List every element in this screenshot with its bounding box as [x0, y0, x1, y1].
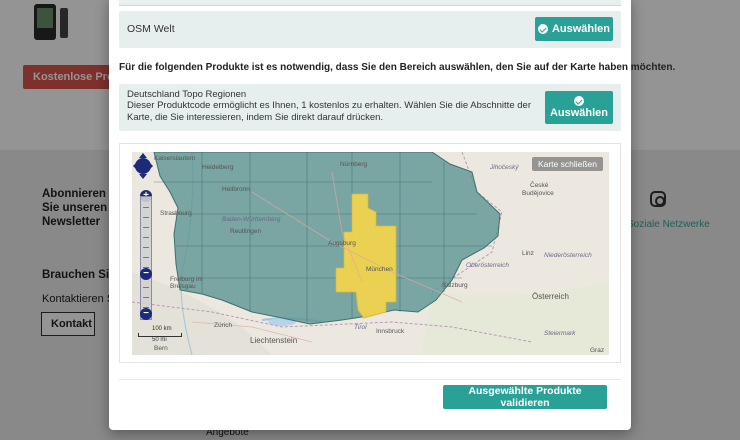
map-label: Österreich [532, 292, 569, 301]
pan-control-icon[interactable] [132, 152, 154, 180]
product-selection-modal: OSM Welt Auswählen Für die folgenden Pro… [109, 0, 675, 430]
map-label: Graz [590, 347, 605, 354]
map-label: Baden-Württemberg [222, 216, 281, 223]
map-label: Nürnberg [340, 161, 368, 168]
map-container: Kaiserslautern Heidelberg Nürnberg Jihoč… [119, 143, 621, 363]
map-label: Liechtenstein [250, 336, 298, 345]
zoom-slider[interactable] [140, 196, 152, 320]
map-label: Freiburg im Breisgau [170, 276, 203, 290]
map-label: Tirol [354, 324, 367, 331]
product-row-osm: OSM Welt Auswählen [119, 11, 621, 48]
map-label: Augsburg [328, 240, 356, 247]
close-map-button[interactable]: Karte schließen [531, 157, 603, 171]
map-label: Jihočeský [490, 164, 519, 171]
map-label: Salzburg [442, 282, 468, 289]
map-scale: 100 km 50 mi [138, 326, 182, 343]
map-label: Strasbourg [160, 210, 192, 217]
map-label: Kaiserslautern [154, 155, 196, 162]
map-label: Steiermark [544, 330, 576, 337]
map-label: České [530, 182, 549, 189]
map-label: Heidelberg [202, 164, 234, 171]
zoom-handle-icon[interactable]: − [140, 268, 152, 280]
map-label: Linz [522, 250, 534, 257]
area-selection-intro: Für die folgenden Produkte ist es notwen… [119, 62, 676, 73]
check-circle-icon [537, 24, 548, 34]
product-name: OSM Welt [127, 23, 175, 35]
map-label: Niederösterreich [544, 252, 592, 259]
map-label: Heilbronn [222, 186, 250, 193]
zoom-out-icon[interactable]: − [140, 308, 152, 320]
map-label: Budějovice [522, 190, 554, 197]
product-name: Deutschland Topo Regionen [127, 89, 247, 100]
check-circle-icon [574, 96, 584, 106]
select-label: Auswählen [551, 23, 611, 35]
product-row-topo: Deutschland Topo Regionen Dieser Produkt… [119, 84, 621, 131]
validate-products-button[interactable]: Ausgewählte Produkte validieren [443, 385, 607, 409]
product-description: Dieser Produktcode ermöglicht es Ihnen, … [127, 100, 531, 123]
scale-km: 100 km [152, 326, 172, 332]
map-label: Reutlingen [230, 228, 262, 235]
scale-mi: 50 mi [152, 337, 167, 343]
map-label: München [366, 266, 393, 273]
footer-divider [119, 379, 621, 380]
map-label: Zürich [214, 322, 233, 329]
select-label: Auswählen [549, 107, 609, 119]
select-topo-button[interactable]: Auswählen [545, 91, 613, 124]
map-label: Bern [154, 345, 168, 352]
map-label: Innsbruck [376, 328, 405, 335]
previous-product-row [119, 0, 621, 6]
map-label: Oberösterreich [466, 262, 509, 269]
region-map[interactable]: Kaiserslautern Heidelberg Nürnberg Jihoč… [132, 152, 609, 355]
select-osm-button[interactable]: Auswählen [535, 17, 613, 41]
